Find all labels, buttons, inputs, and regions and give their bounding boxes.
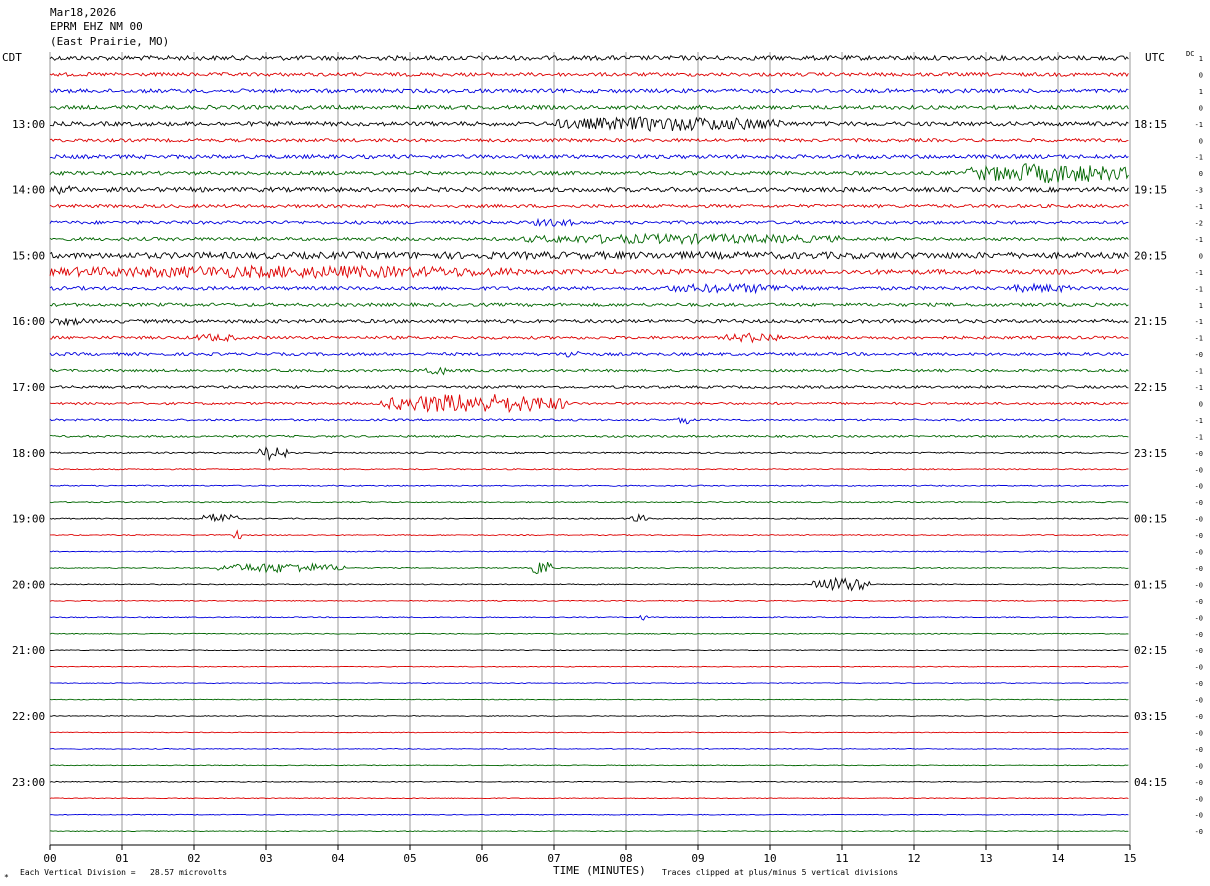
dc-offset-label: -1 [1195,335,1203,343]
right-time-label: 03:15 [1134,710,1167,723]
dc-offset-label: -0 [1195,565,1203,573]
left-time-label: 19:00 [12,513,45,526]
dc-offset-label: -0 [1195,664,1203,672]
dc-offset-label: -0 [1195,647,1203,655]
header-date: Mar18,2026 [50,6,116,19]
dc-offset-label: 1 [1199,302,1203,310]
right-time-label: 01:15 [1134,578,1167,591]
right-zone-label: UTC [1145,51,1165,64]
x-tick-label: 11 [835,852,848,865]
dc-offset-label: -0 [1195,516,1203,524]
x-tick-label: 03 [259,852,272,865]
dc-offset-label: -0 [1195,762,1203,770]
dc-offset-label: -0 [1195,483,1203,491]
x-tick-label: 09 [691,852,704,865]
x-tick-label: 01 [115,852,128,865]
dc-offset-label: -0 [1195,499,1203,507]
trace-line [49,632,1129,635]
dc-offset-label: -0 [1195,532,1203,540]
dc-offset-label: 0 [1199,104,1203,112]
dc-offset-label: -1 [1195,203,1203,211]
dc-offset-label: -1 [1195,121,1203,129]
dc-offset-label: -0 [1195,713,1203,721]
header-station: EPRM EHZ NM 00 [50,20,143,33]
dc-offset-label: -0 [1195,828,1203,836]
dc-offset-label: -1 [1195,236,1203,244]
dc-offset-label: 0 [1199,137,1203,145]
dc-offset-label: -1 [1195,417,1203,425]
dc-offset-label: 0 [1199,252,1203,260]
dc-offset-label: -2 [1195,220,1203,228]
dc-offset-label: 0 [1199,72,1203,80]
left-time-label: 18:00 [12,447,45,460]
x-tick-label: 15 [1123,852,1136,865]
dc-offset-label: -0 [1195,466,1203,474]
dc-offset-label: 0 [1199,400,1203,408]
right-time-label: 18:15 [1134,118,1167,131]
x-tick-label: 05 [403,852,416,865]
x-tick-label: 06 [475,852,488,865]
dc-offset-label: -0 [1195,680,1203,688]
x-tick-label: 10 [763,852,776,865]
x-tick-label: 13 [979,852,992,865]
dc-offset-label: -0 [1195,549,1203,557]
dc-offset-label: -0 [1195,581,1203,589]
dc-offset-label: -0 [1195,795,1203,803]
x-axis-label: TIME (MINUTES) [553,864,646,877]
x-tick-label: 14 [1051,852,1065,865]
dc-offset-label: -0 [1195,746,1203,754]
dc-offset-label: -3 [1195,187,1203,195]
left-time-label: 22:00 [12,710,45,723]
right-time-label: 04:15 [1134,776,1167,789]
dc-offset-label: -0 [1195,812,1203,820]
left-time-label: 14:00 [12,184,45,197]
dc-offset-label: -0 [1195,779,1203,787]
dc-offset-label: 1 [1199,88,1203,96]
dc-offset-label: -1 [1195,384,1203,392]
dc-offset-label: 0 [1199,170,1203,178]
left-time-label: 16:00 [12,315,45,328]
x-tick-label: 00 [43,852,56,865]
scale-note: Each Vertical Division = 28.57 microvolt… [20,868,227,877]
right-time-label: 19:15 [1134,184,1167,197]
right-time-label: 21:15 [1134,315,1167,328]
left-time-label: 23:00 [12,776,45,789]
dc-offset-label: -0 [1195,697,1203,705]
plot-background [0,0,1210,886]
left-time-label: 20:00 [12,578,45,591]
trace-line [49,830,1129,832]
header-location: (East Prairie, MO) [50,35,169,48]
right-time-label: 23:15 [1134,447,1167,460]
left-zone-label: CDT [2,51,22,64]
right-time-label: 20:15 [1134,249,1167,262]
dc-offset-label: -0 [1195,614,1203,622]
dc-offset-label: -1 [1195,269,1203,277]
left-time-label: 13:00 [12,118,45,131]
dc-offset-label: -0 [1195,598,1203,606]
dc-offset-label: 1 [1199,55,1203,63]
helicorder-plot: Mar18,2026 EPRM EHZ NM 00 (East Prairie,… [0,0,1210,886]
dc-offset-label: -1 [1195,285,1203,293]
dc-offset-label: -1 [1195,318,1203,326]
right-time-label: 00:15 [1134,513,1167,526]
dc-offset-label: -0 [1195,631,1203,639]
left-time-label: 21:00 [12,644,45,657]
dc-offset-label: -0 [1195,351,1203,359]
dc-offset-label: -1 [1195,433,1203,441]
x-tick-label: 12 [907,852,920,865]
x-tick-label: 04 [331,852,345,865]
left-time-label: 15:00 [12,249,45,262]
corner-mark: * [4,873,9,882]
left-time-label: 17:00 [12,381,45,394]
dc-offset-label: -1 [1195,368,1203,376]
right-time-label: 22:15 [1134,381,1167,394]
clip-note: Traces clipped at plus/minus 5 vertical … [662,868,898,877]
dc-offset-label: -1 [1195,154,1203,162]
dc-offset-label: -0 [1195,450,1203,458]
dc-offset-label: -0 [1195,729,1203,737]
x-tick-label: 02 [187,852,200,865]
dc-header: DC [1186,50,1194,58]
right-time-label: 02:15 [1134,644,1167,657]
